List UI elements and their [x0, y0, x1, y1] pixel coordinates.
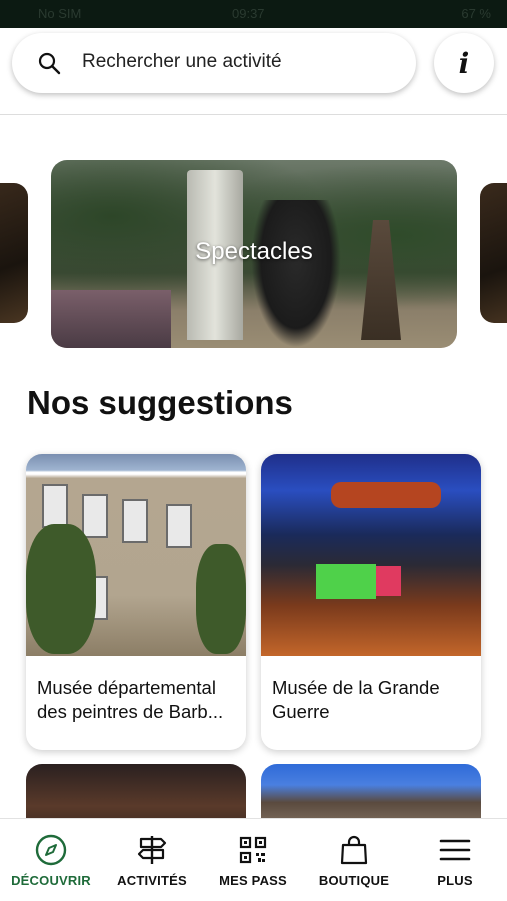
battery-label: 67 %	[461, 6, 491, 21]
info-button[interactable]: i	[434, 33, 494, 93]
nav-label: DÉCOUVRIR	[11, 873, 91, 888]
card-image-museum	[261, 454, 481, 656]
carousel-card-next[interactable]	[480, 183, 507, 323]
bottom-navigation: DÉCOUVRIR ACTIVITÉS MES PASS BOUTIQUE PL…	[0, 818, 507, 901]
nav-label: BOUTIQUE	[318, 873, 390, 888]
carousel-card-label: Spectacles	[195, 238, 313, 265]
suggestion-card-grande-guerre[interactable]: Musée de la Grande Guerre	[261, 454, 481, 750]
info-icon: i	[458, 46, 470, 80]
menu-icon	[439, 839, 471, 861]
shopping-bag-icon	[340, 835, 368, 865]
nav-label: MES PASS	[219, 873, 287, 888]
status-bar: No SIM 09:37 67 %	[0, 0, 507, 28]
nav-item-mes-pass[interactable]: MES PASS	[203, 833, 303, 888]
card-title: Musée de la Grande Guerre	[272, 677, 440, 722]
search-input[interactable]: Rechercher une activité	[12, 33, 416, 93]
compass-icon	[35, 834, 67, 866]
card-image-house	[26, 454, 246, 656]
carrier-label: No SIM	[38, 6, 82, 21]
carousel-card-spectacles[interactable]: Spectacles	[51, 160, 457, 348]
suggestions-title: Nos suggestions	[27, 384, 293, 421]
nav-label: ACTIVITÉS	[117, 873, 187, 888]
carousel-image-rider	[251, 200, 341, 348]
nav-item-boutique[interactable]: BOUTIQUE	[304, 833, 404, 888]
nav-item-activites[interactable]: ACTIVITÉS	[102, 833, 202, 888]
header-divider	[0, 114, 507, 115]
search-icon	[38, 52, 61, 75]
signpost-icon	[137, 836, 167, 864]
search-placeholder: Rechercher une activité	[82, 51, 282, 72]
qr-code-icon	[239, 836, 267, 864]
card-title: Musée départemental des peintres de Barb…	[37, 677, 224, 722]
carousel-image-crowd	[51, 290, 171, 348]
carousel-card-previous[interactable]	[0, 183, 28, 323]
nav-item-decouvrir[interactable]: DÉCOUVRIR	[1, 833, 101, 888]
nav-label: PLUS	[437, 873, 473, 888]
suggestion-card-musee-peintres[interactable]: Musée départemental des peintres de Barb…	[26, 454, 246, 750]
time-label: 09:37	[232, 6, 265, 21]
nav-item-plus[interactable]: PLUS	[405, 833, 505, 888]
